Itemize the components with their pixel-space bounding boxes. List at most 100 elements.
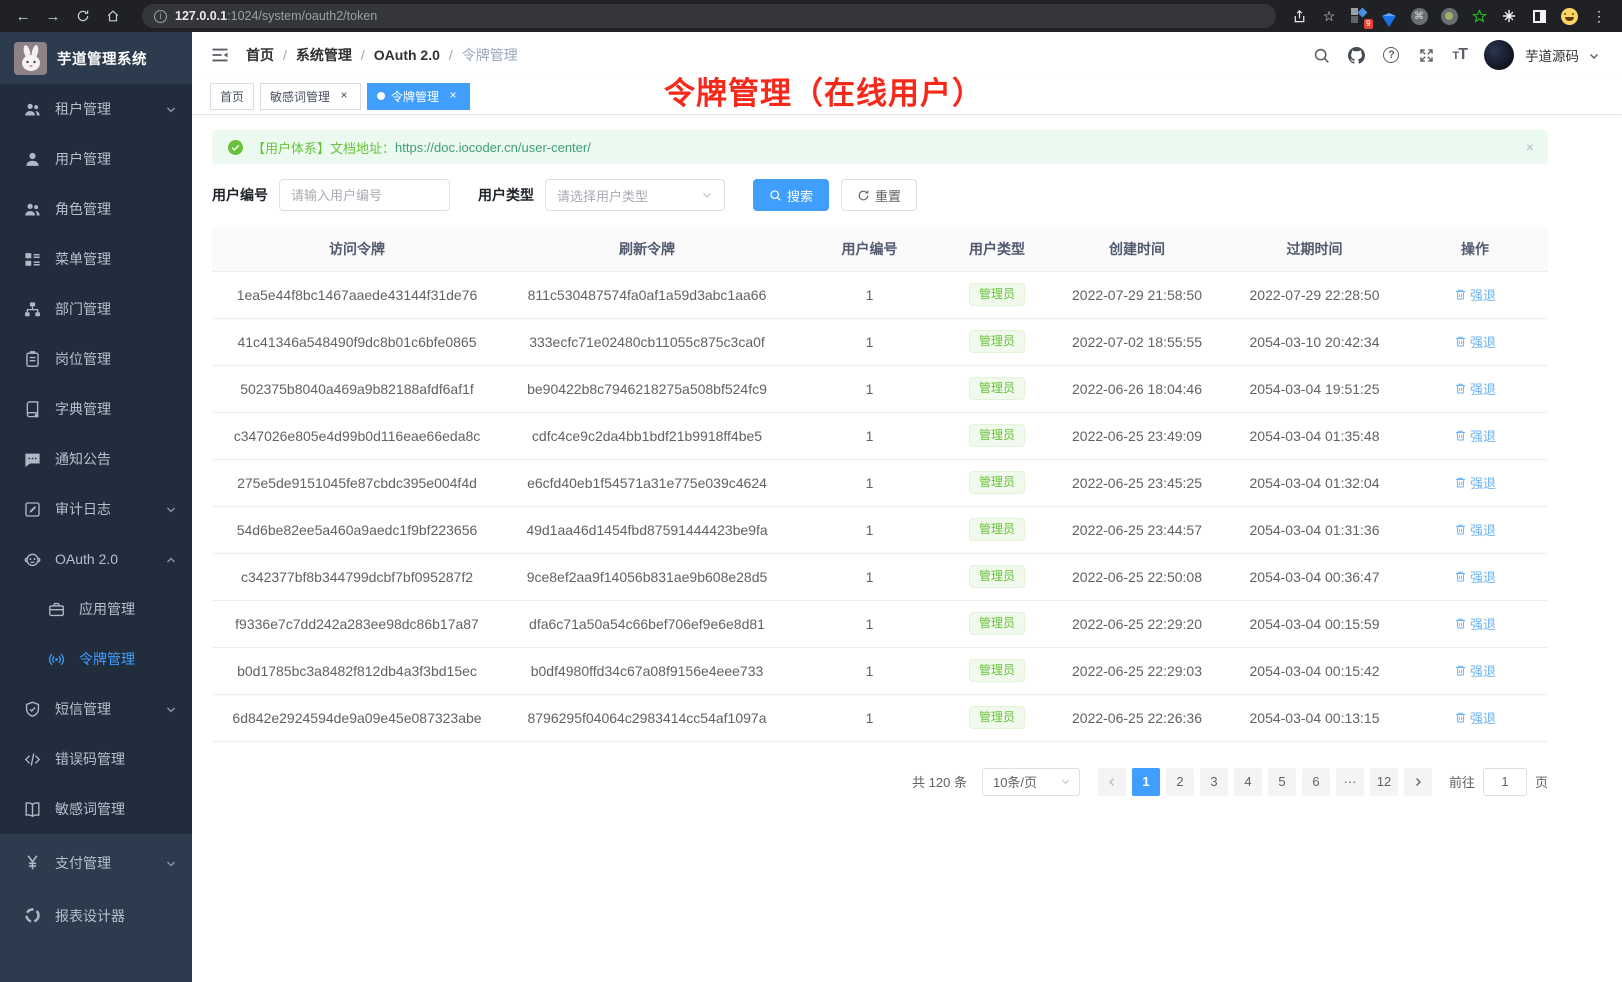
user-type-tag: 管理员 bbox=[969, 424, 1025, 447]
created-time-cell: 2022-06-25 22:29:03 bbox=[1047, 647, 1227, 694]
help-icon[interactable]: ? bbox=[1382, 46, 1400, 64]
page-button-2[interactable]: 2 bbox=[1166, 768, 1194, 796]
force-logout-button[interactable]: 强退 bbox=[1454, 614, 1496, 633]
sidebar-item-oauth2-token[interactable]: 令牌管理 bbox=[0, 634, 192, 684]
address-bar[interactable]: i 127.0.0.1:1024/system/oauth2/token bbox=[142, 4, 1276, 28]
site-info-icon[interactable]: i bbox=[154, 10, 167, 23]
collapse-sidebar-icon[interactable] bbox=[210, 45, 230, 65]
token-table: 访问令牌刷新令牌用户编号用户类型创建时间过期时间操作 1ea5e44f8bc14… bbox=[212, 227, 1548, 742]
sidebar-item-oauth2[interactable]: OAuth 2.0 bbox=[0, 534, 192, 584]
chevron-down-icon bbox=[165, 857, 177, 869]
trash-icon bbox=[1454, 617, 1467, 630]
app-title: 芋道管理系统 bbox=[57, 48, 147, 69]
username[interactable]: 芋道源码 bbox=[1525, 45, 1579, 65]
force-logout-button[interactable]: 强退 bbox=[1454, 520, 1496, 539]
user-id-cell: 1 bbox=[792, 600, 947, 647]
sidebar-item-sms[interactable]: 短信管理 bbox=[0, 684, 192, 734]
page-size-select[interactable]: 10条/页 bbox=[982, 768, 1080, 796]
browser-menu-icon[interactable]: ⋮ bbox=[1590, 7, 1608, 25]
app-logo[interactable]: 芋道管理系统 bbox=[0, 32, 192, 84]
tab-令牌管理[interactable]: 令牌管理 × bbox=[367, 83, 470, 110]
sidebar-item-report[interactable]: 报表设计器 bbox=[0, 889, 192, 942]
record-extension-icon[interactable] bbox=[1440, 7, 1458, 25]
page-button-4[interactable]: 4 bbox=[1234, 768, 1262, 796]
sidebar-item-dept[interactable]: 部门管理 bbox=[0, 284, 192, 334]
fullscreen-icon[interactable] bbox=[1417, 46, 1435, 64]
tab-close-icon[interactable]: × bbox=[337, 89, 351, 103]
browser-home-button[interactable] bbox=[100, 3, 126, 29]
sidebar-item-label: 通知公告 bbox=[55, 449, 111, 469]
share-icon[interactable] bbox=[1290, 7, 1308, 25]
sidebar-item-user[interactable]: 用户管理 bbox=[0, 134, 192, 184]
column-header: 用户编号 bbox=[792, 227, 947, 271]
search-icon[interactable] bbox=[1312, 46, 1330, 64]
sidebar-item-audit-log[interactable]: 审计日志 bbox=[0, 484, 192, 534]
prev-page-button[interactable] bbox=[1098, 768, 1126, 796]
bookmark-star-icon[interactable]: ☆ bbox=[1320, 7, 1338, 25]
page-button-3[interactable]: 3 bbox=[1200, 768, 1228, 796]
user-type-select[interactable]: 请选择用户类型 bbox=[545, 179, 725, 211]
sidebar-item-label: 报表设计器 bbox=[55, 906, 125, 926]
trash-icon bbox=[1454, 288, 1467, 301]
user-avatar[interactable] bbox=[1484, 40, 1514, 70]
sidebar-item-sensitive-word[interactable]: 敏感词管理 bbox=[0, 784, 192, 834]
goto-label: 前往 bbox=[1449, 772, 1475, 791]
user-type-tag: 管理员 bbox=[969, 377, 1025, 400]
browser-forward-button[interactable]: → bbox=[40, 3, 66, 29]
tab-敏感词管理[interactable]: 敏感词管理× bbox=[260, 83, 361, 110]
reset-button[interactable]: 重置 bbox=[841, 179, 917, 211]
next-page-button[interactable] bbox=[1404, 768, 1432, 796]
force-logout-button[interactable]: 强退 bbox=[1454, 285, 1496, 304]
page-button-1[interactable]: 1 bbox=[1132, 768, 1160, 796]
access-token-cell: 502375b8040a469a9b82188afdf6af1f bbox=[212, 365, 502, 412]
font-size-icon[interactable]: TT bbox=[1452, 46, 1467, 64]
browser-back-button[interactable]: ← bbox=[10, 3, 36, 29]
breadcrumb-home[interactable]: 首页 bbox=[246, 45, 274, 65]
page-button-6[interactable]: 6 bbox=[1302, 768, 1330, 796]
force-logout-button[interactable]: 强退 bbox=[1454, 473, 1496, 492]
browser-reload-button[interactable] bbox=[70, 3, 96, 29]
sidebar-item-notice[interactable]: 通知公告 bbox=[0, 434, 192, 484]
tab-close-icon[interactable]: × bbox=[446, 89, 460, 103]
breadcrumb-oauth2[interactable]: OAuth 2.0 bbox=[374, 47, 440, 63]
tab-首页[interactable]: 首页 bbox=[210, 83, 254, 110]
more-pages-button[interactable]: ··· bbox=[1336, 768, 1364, 796]
command-extension-icon[interactable]: ⌘ bbox=[1410, 7, 1428, 25]
sidebar-item-dict[interactable]: 字典管理 bbox=[0, 384, 192, 434]
chevron-down-icon[interactable] bbox=[1588, 49, 1600, 61]
sidebar-item-label: 审计日志 bbox=[55, 499, 111, 519]
force-logout-button[interactable]: 强退 bbox=[1454, 332, 1496, 351]
alert-close-icon[interactable]: × bbox=[1526, 139, 1534, 155]
doc-link[interactable]: https://doc.iocoder.cn/user-center/ bbox=[395, 140, 591, 155]
created-time-cell: 2022-06-25 22:50:08 bbox=[1047, 553, 1227, 600]
white-extension-icon[interactable] bbox=[1500, 7, 1518, 25]
page-button-5[interactable]: 5 bbox=[1268, 768, 1296, 796]
github-icon[interactable] bbox=[1347, 46, 1365, 64]
sidebar-item-error-code[interactable]: 错误码管理 bbox=[0, 734, 192, 784]
force-logout-button[interactable]: 强退 bbox=[1454, 379, 1496, 398]
gem-extension-icon[interactable] bbox=[1380, 7, 1398, 25]
green-star-extension-icon[interactable] bbox=[1470, 7, 1488, 25]
trash-icon bbox=[1454, 429, 1467, 442]
sidebar-item-role[interactable]: 角色管理 bbox=[0, 184, 192, 234]
sidebar-item-pay[interactable]: 支付管理 bbox=[0, 836, 192, 889]
goto-page-input[interactable] bbox=[1483, 768, 1527, 796]
sidebar-toggle-icon[interactable] bbox=[1530, 7, 1548, 25]
sidebar-item-label: 部门管理 bbox=[55, 299, 111, 319]
force-logout-button[interactable]: 强退 bbox=[1454, 426, 1496, 445]
user-id-input[interactable] bbox=[279, 179, 450, 211]
force-logout-button[interactable]: 强退 bbox=[1454, 661, 1496, 680]
breadcrumb-system[interactable]: 系统管理 bbox=[296, 45, 352, 65]
tab-label: 令牌管理 bbox=[391, 88, 439, 105]
sidebar-item-oauth2-app[interactable]: 应用管理 bbox=[0, 584, 192, 634]
force-logout-button[interactable]: 强退 bbox=[1454, 567, 1496, 586]
profile-emoji-icon[interactable] bbox=[1560, 7, 1578, 25]
column-header: 过期时间 bbox=[1227, 227, 1402, 271]
sidebar-item-post[interactable]: 岗位管理 bbox=[0, 334, 192, 384]
extension-grid-icon[interactable]: 9 bbox=[1350, 7, 1368, 25]
page-button-12[interactable]: 12 bbox=[1370, 768, 1398, 796]
sidebar-item-tenant[interactable]: 租户管理 bbox=[0, 84, 192, 134]
sidebar-item-menu[interactable]: 菜单管理 bbox=[0, 234, 192, 284]
search-button[interactable]: 搜索 bbox=[753, 179, 829, 211]
force-logout-button[interactable]: 强退 bbox=[1454, 708, 1496, 727]
